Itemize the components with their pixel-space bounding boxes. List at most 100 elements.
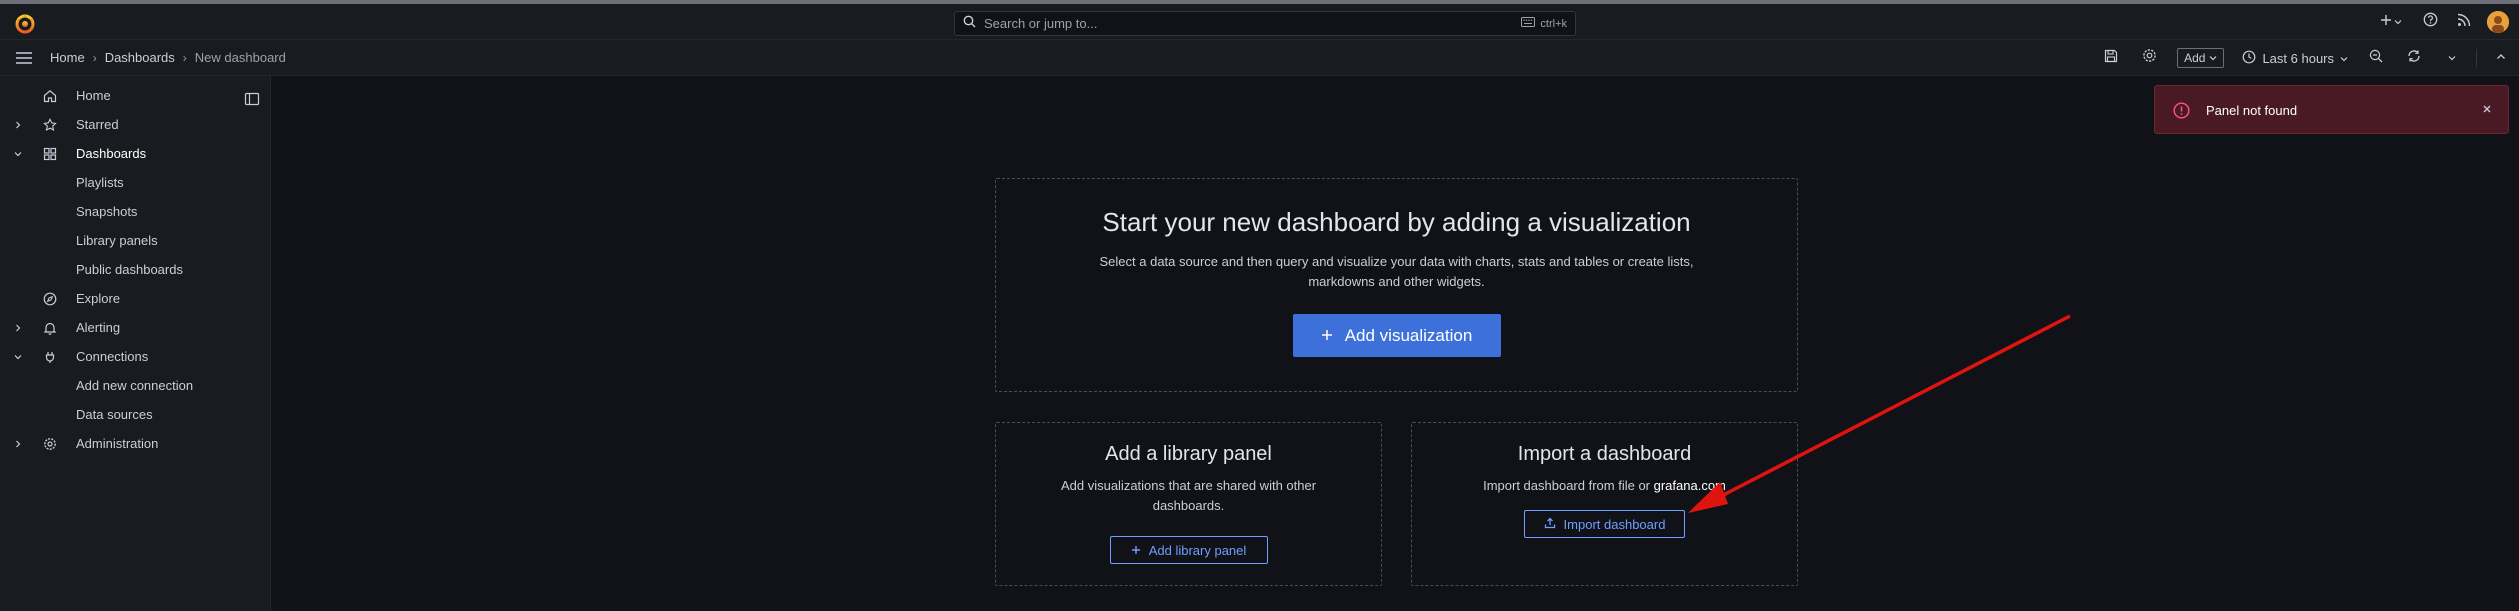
sidebar: Home Starred Dashboards Playlists Snapsh…: [0, 76, 271, 611]
sidebar-item-label: Library panels: [76, 233, 158, 248]
home-icon: [42, 88, 58, 104]
chevron-up-icon: [2496, 49, 2506, 67]
sidebar-item-alerting[interactable]: Alerting: [0, 313, 271, 342]
sidebar-item-starred[interactable]: Starred: [0, 110, 271, 139]
add-library-panel-label: Add library panel: [1148, 542, 1247, 558]
save-icon: [2104, 49, 2118, 68]
sidebar-item-label: Connections: [76, 349, 149, 364]
chevron-right-icon[interactable]: [12, 119, 24, 131]
breadcrumb-home[interactable]: Home: [50, 50, 85, 65]
zoom-out-button[interactable]: [2358, 44, 2394, 72]
sidebar-item-playlists[interactable]: Playlists: [0, 168, 271, 197]
time-range-label: Last 6 hours: [2262, 50, 2334, 66]
sidebar-item-snapshots[interactable]: Snapshots: [0, 197, 271, 226]
refresh-interval-button[interactable]: [2434, 44, 2470, 72]
sidebar-item-data-sources[interactable]: Data sources: [0, 400, 271, 429]
refresh-button[interactable]: [2396, 44, 2432, 72]
sidebar-item-label: Dashboards: [76, 146, 147, 161]
zoom-out-icon: [2369, 49, 2383, 68]
import-dashboard-title: Import a dashboard: [1517, 443, 1692, 465]
apps-icon: [42, 146, 58, 162]
user-avatar[interactable]: [2487, 11, 2509, 33]
collapse-navbar-button[interactable]: [2483, 44, 2519, 72]
sidebar-item-label: Administration: [76, 436, 159, 451]
dashboard-settings-button[interactable]: [2131, 44, 2167, 72]
sidebar-item-administration[interactable]: Administration: [0, 429, 271, 458]
import-dashboard-label: Import dashboard: [1563, 516, 1666, 532]
dashboard-navbar: Home › Dashboards › New dashboard Add La…: [0, 40, 2519, 76]
add-visualization-button[interactable]: Add visualization: [1292, 314, 1501, 357]
gear-icon: [2142, 48, 2157, 68]
sidebar-item-label: Explore: [76, 291, 121, 306]
sidebar-item-public-dashboards[interactable]: Public dashboards: [0, 255, 271, 284]
upload-icon: [1544, 517, 1556, 532]
top-right-actions: [2369, 8, 2519, 36]
compass-icon: [42, 291, 58, 307]
search-placeholder: Search or jump to...: [984, 16, 1098, 31]
sidebar-item-add-new-connection[interactable]: Add new connection: [0, 371, 271, 400]
breadcrumb-dashboards[interactable]: Dashboards: [105, 50, 175, 65]
chevron-down-icon: [2394, 13, 2402, 31]
sidebar-item-label: Starred: [76, 117, 119, 132]
sidebar-item-label: Public dashboards: [76, 262, 183, 277]
chevron-down-icon[interactable]: [12, 351, 24, 363]
toast-message: Panel not found: [2206, 103, 2298, 118]
chevron-right-icon[interactable]: [12, 322, 24, 334]
search-shortcut: ctrl+k: [1521, 17, 1567, 30]
sidebar-nav: Home Starred Dashboards Playlists Snapsh…: [0, 81, 271, 458]
help-button[interactable]: [2413, 8, 2447, 36]
sidebar-item-label: Playlists: [76, 175, 124, 190]
top-bar: Search or jump to... ctrl+k: [0, 4, 2519, 40]
sidebar-item-home[interactable]: Home: [0, 81, 271, 110]
dashboard-toolbar: Add Last 6 hours: [2093, 44, 2519, 72]
empty-dashboard-card: Start your new dashboard by adding a vis…: [995, 178, 1798, 392]
sidebar-item-connections[interactable]: Connections: [0, 342, 271, 371]
time-range-picker[interactable]: Last 6 hours: [2234, 50, 2356, 67]
plus-icon: [2380, 13, 2392, 31]
star-icon: [42, 117, 58, 133]
sidebar-item-label: Add new connection: [76, 378, 194, 393]
cog-icon: [42, 436, 58, 452]
bell-icon: [42, 320, 58, 336]
breadcrumb: Home › Dashboards › New dashboard: [50, 50, 286, 65]
library-panel-description: Add visualizations that are shared with …: [1060, 478, 1317, 513]
menu-icon[interactable]: [14, 48, 34, 68]
chevron-down-icon: [2448, 49, 2456, 67]
chevron-right-icon[interactable]: [12, 438, 24, 450]
sidebar-item-library-panels[interactable]: Library panels: [0, 226, 271, 255]
import-dashboard-button[interactable]: Import dashboard: [1524, 510, 1685, 538]
rss-icon: [2457, 13, 2471, 32]
add-visualization-label: Add visualization: [1344, 325, 1473, 345]
error-toast: Panel not found: [2154, 85, 2509, 134]
import-dashboard-card: Import a dashboard Import dashboard from…: [1411, 422, 1798, 586]
chevron-right-icon: ›: [92, 50, 97, 65]
grafana-com-link[interactable]: grafana.com: [1654, 478, 1726, 493]
plus-icon: [1131, 543, 1141, 558]
sidebar-item-dashboards[interactable]: Dashboards: [0, 139, 271, 168]
add-library-panel-button[interactable]: Add library panel: [1109, 536, 1268, 564]
search-icon: [963, 15, 976, 33]
chevron-right-icon: ›: [182, 50, 187, 65]
library-panel-card: Add a library panel Add visualizations t…: [995, 422, 1382, 586]
sidebar-item-label: Data sources: [76, 407, 153, 422]
import-description-text: Import dashboard from file or: [1483, 478, 1650, 493]
chevron-down-icon[interactable]: [12, 148, 24, 160]
sidebar-item-label: Snapshots: [76, 204, 138, 219]
search-bar[interactable]: Search or jump to... ctrl+k: [954, 11, 1576, 36]
empty-dashboard-description: Select a data source and then query and …: [1099, 254, 1694, 289]
save-dashboard-button[interactable]: [2093, 44, 2129, 72]
sync-icon: [2407, 49, 2421, 68]
shortcut-label: ctrl+k: [1540, 17, 1567, 30]
news-button[interactable]: [2447, 8, 2481, 36]
new-menu-button[interactable]: [2369, 8, 2413, 36]
sidebar-item-label: Alerting: [76, 320, 121, 335]
close-icon[interactable]: [2480, 102, 2494, 116]
chevron-down-icon: [2209, 51, 2217, 65]
add-button[interactable]: Add: [2177, 48, 2225, 68]
library-panel-title: Add a library panel: [1105, 443, 1272, 465]
plug-icon: [42, 349, 58, 365]
sidebar-item-explore[interactable]: Explore: [0, 284, 271, 313]
toolbar-divider: [2476, 49, 2477, 67]
plus-icon: [1321, 326, 1333, 346]
grafana-logo-icon[interactable]: [14, 12, 36, 34]
